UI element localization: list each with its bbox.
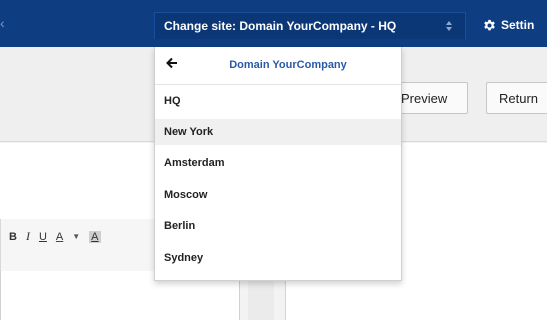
gear-icon	[484, 19, 495, 30]
caret-down-icon[interactable]: ▼	[72, 232, 80, 241]
site-option-berlin[interactable]: Berlin	[155, 213, 401, 239]
sort-arrows-icon	[446, 21, 452, 31]
site-option-sydney[interactable]: Sydney	[155, 245, 401, 271]
site-option-hq[interactable]: HQ	[155, 88, 401, 114]
settings-menu[interactable]: Settin	[483, 17, 534, 33]
site-option-amsterdam[interactable]: Amsterdam	[155, 150, 401, 176]
font-color-button[interactable]: A	[56, 231, 63, 243]
site-dropdown-menu: Domain YourCompany HQ New York Amsterdam…	[154, 47, 402, 281]
dropdown-title: Domain YourCompany	[229, 59, 347, 71]
chevron-left-icon: ‹	[0, 15, 5, 31]
top-bar: ‹ Change site: Domain YourCompany - HQ S…	[0, 0, 547, 47]
site-selector[interactable]: Change site: Domain YourCompany - HQ	[154, 12, 466, 39]
return-button[interactable]: Return	[486, 82, 547, 114]
site-option-moscow[interactable]: Moscow	[155, 182, 401, 208]
bold-button[interactable]: B	[9, 231, 17, 243]
settings-label: Settin	[501, 18, 535, 32]
italic-button[interactable]: I	[26, 229, 30, 244]
underline-button[interactable]: U	[39, 231, 47, 243]
highlight-button[interactable]: A	[89, 230, 101, 243]
format-buttons: B I U A ▼ A	[9, 229, 101, 244]
site-selector-label: Change site: Domain YourCompany - HQ	[164, 19, 397, 33]
site-option-new-york[interactable]: New York	[155, 119, 401, 145]
dropdown-header: Domain YourCompany	[155, 47, 401, 85]
